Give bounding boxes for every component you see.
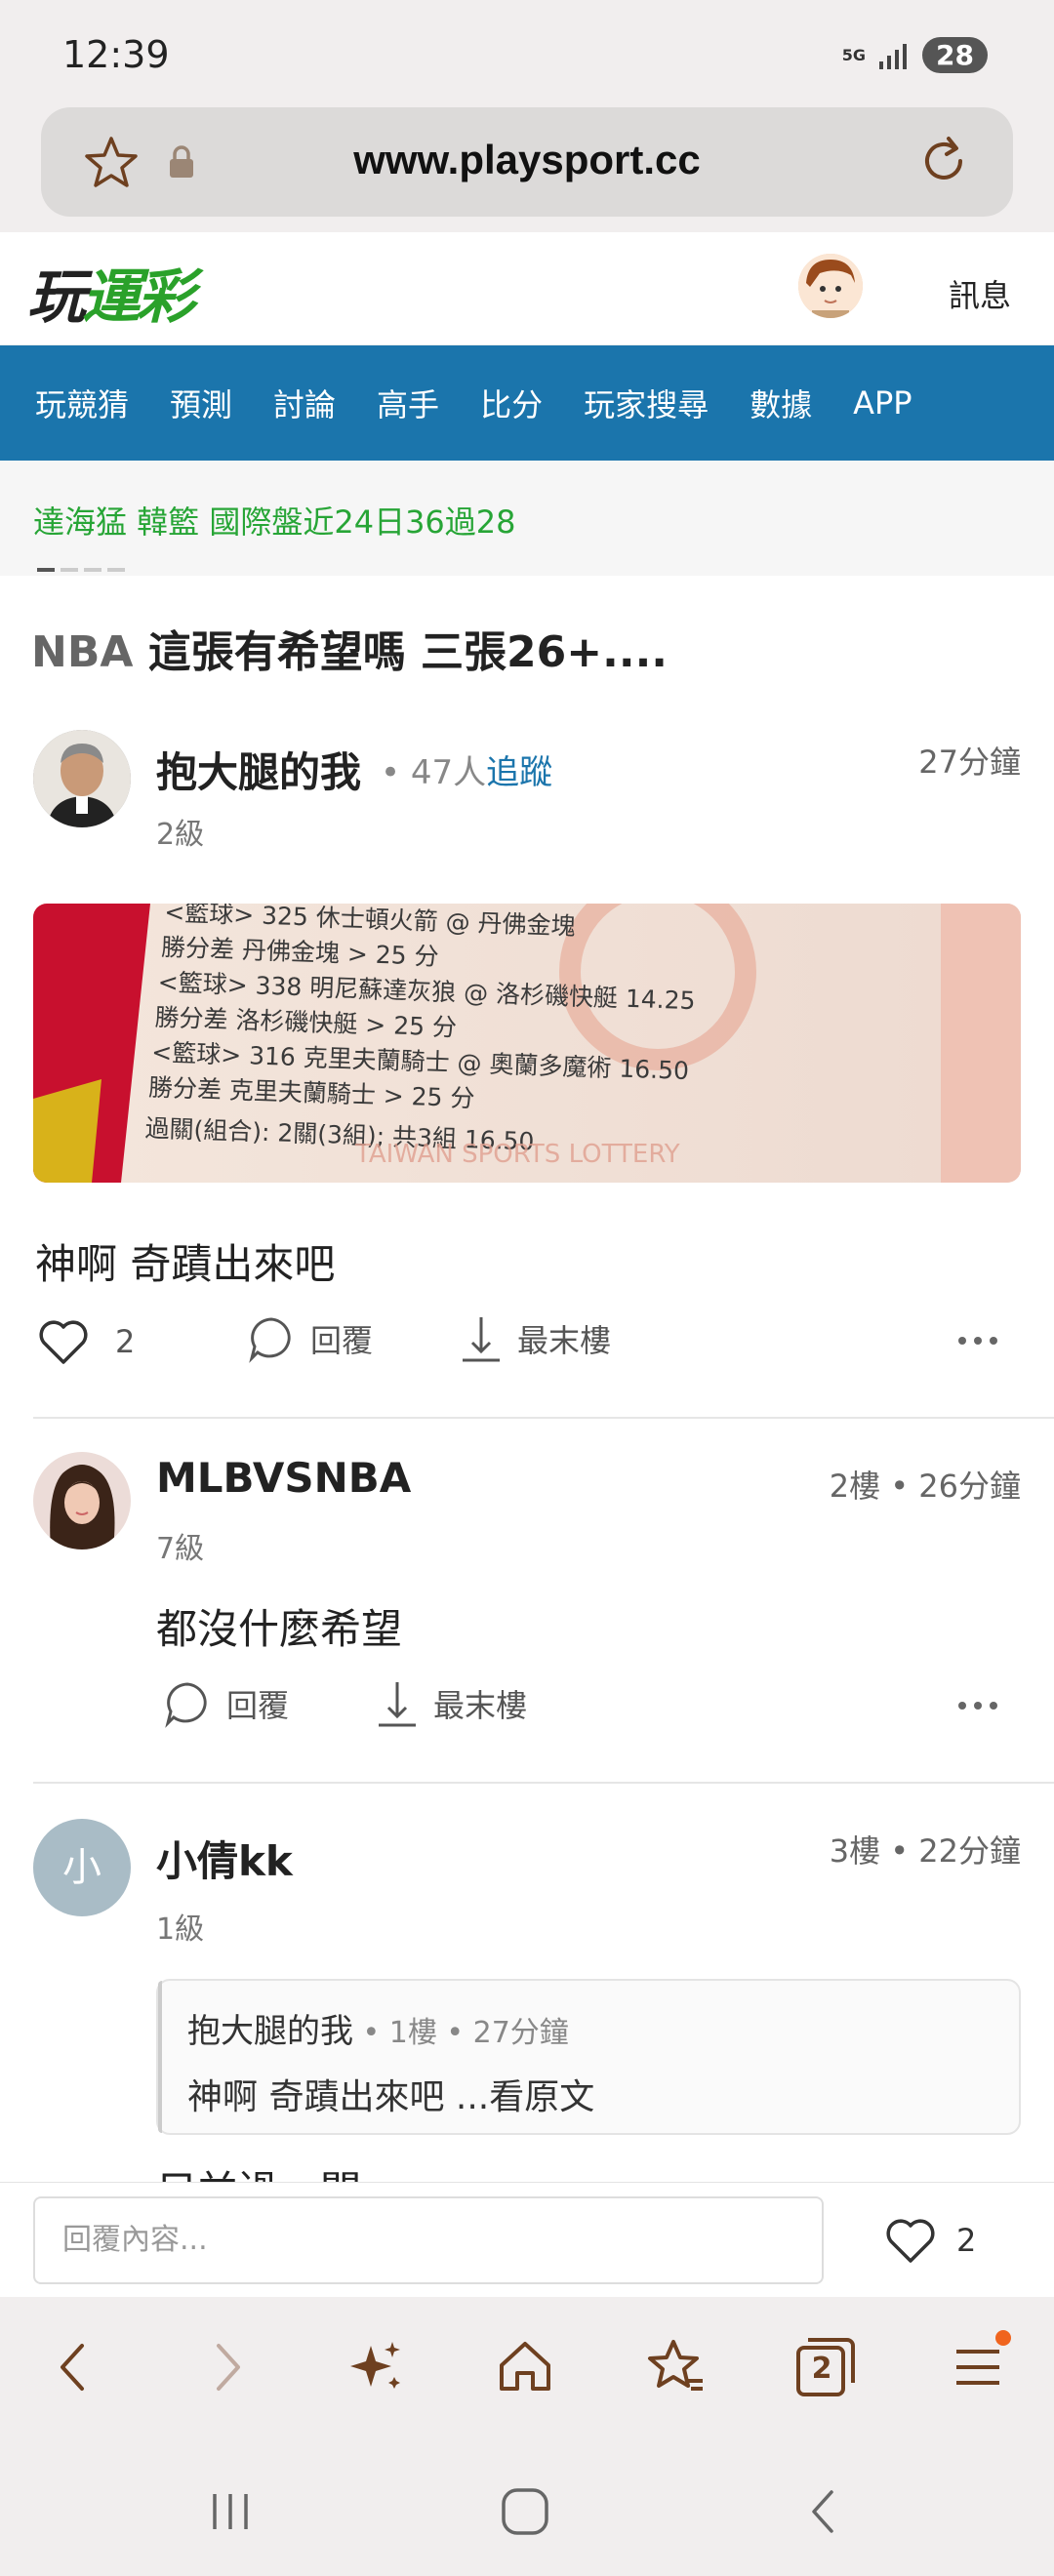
- like-count: 2: [115, 1323, 136, 1360]
- comment-icon: [165, 1682, 207, 1728]
- last-floor-button[interactable]: 最末樓: [375, 1678, 527, 1729]
- comment-floor-time: 2樓 • 26分鐘: [829, 1468, 1021, 1505]
- ticker-dot: [84, 568, 101, 572]
- comment-icon: [249, 1317, 291, 1363]
- user-avatar[interactable]: [798, 254, 863, 318]
- reload-icon[interactable]: [913, 131, 974, 191]
- nav-item-scores[interactable]: 比分: [453, 381, 556, 425]
- status-time: 12:39: [62, 33, 170, 76]
- system-back-icon[interactable]: [794, 2482, 853, 2541]
- tabs-button[interactable]: 2: [790, 2332, 861, 2402]
- battery-icon: 28: [922, 37, 988, 73]
- follow-button[interactable]: 追蹤: [486, 753, 552, 792]
- jump-to-bottom-icon: [463, 1317, 500, 1362]
- like-button[interactable]: 2: [35, 1313, 135, 1370]
- bookmarks-icon[interactable]: [640, 2332, 710, 2402]
- jump-to-bottom-icon: [379, 1682, 416, 1727]
- browser-toolbar: 2: [0, 2297, 1054, 2439]
- post-body: 神啊 奇蹟出來吧: [35, 1240, 336, 1288]
- nav-item-data[interactable]: 數據: [722, 381, 826, 425]
- comment-actions: 回覆 最末樓: [0, 1678, 1054, 1756]
- author-followers: • 47人追蹤: [381, 753, 553, 792]
- author-level: 2級: [156, 818, 205, 852]
- reply-bar-like-button[interactable]: 2: [882, 2212, 976, 2269]
- heart-icon: [39, 1320, 88, 1364]
- author-name[interactable]: 抱大腿的我: [156, 740, 361, 799]
- quoted-reply[interactable]: 抱大腿的我 • 1樓 • 27分鐘 神啊 奇蹟出來吧 ...看原文: [156, 1979, 1021, 2135]
- post-actions: 2 回覆 最末樓: [0, 1313, 1054, 1391]
- ticket-watermark: TAIWAN SPORTS LOTTERY: [354, 1140, 680, 1169]
- comment-author[interactable]: 小倩kk: [156, 1829, 293, 1888]
- nav-item-player-search[interactable]: 玩家搜尋: [556, 381, 722, 425]
- comment-avatar[interactable]: 小: [33, 1819, 131, 1916]
- menu-button[interactable]: [943, 2330, 1013, 2402]
- nav-item-discuss[interactable]: 討論: [246, 381, 349, 425]
- divider: [33, 1782, 1054, 1784]
- url-field[interactable]: www.playsport.cc: [41, 107, 1013, 217]
- site-header: 玩運彩 訊息: [0, 232, 1054, 345]
- ticker-text[interactable]: 達海猛 韓籃 國際盤近24日36過28: [33, 498, 516, 543]
- more-dots-icon: [958, 1337, 997, 1345]
- quote-body: 神啊 奇蹟出來吧 ...看原文: [187, 2077, 595, 2117]
- reply-button[interactable]: 回覆: [162, 1678, 289, 1729]
- comment-floor-time: 3樓 • 22分鐘: [829, 1832, 1021, 1870]
- home-icon[interactable]: [490, 2332, 560, 2402]
- quote-author: 抱大腿的我: [187, 2012, 353, 2051]
- quote-meta: • 1樓 • 27分鐘: [353, 2016, 569, 2050]
- system-home-icon[interactable]: [496, 2482, 554, 2541]
- recents-icon[interactable]: [201, 2482, 260, 2541]
- sparkle-ai-icon[interactable]: [342, 2332, 412, 2402]
- divider: [33, 1417, 1054, 1419]
- comment-level: 7級: [156, 1532, 205, 1566]
- forward-icon[interactable]: [191, 2332, 262, 2402]
- author-avatar[interactable]: [33, 730, 131, 827]
- comment-author[interactable]: MLBVSNBA: [156, 1454, 411, 1502]
- comment-level: 1級: [156, 1912, 205, 1947]
- nav-item-predict[interactable]: 預測: [142, 381, 246, 425]
- news-ticker: 達海猛 韓籃 國際盤近24日36過28: [0, 461, 1054, 576]
- url-text[interactable]: www.playsport.cc: [41, 137, 1013, 183]
- more-dots-icon: [958, 1702, 997, 1710]
- tab-count: 2: [811, 2352, 832, 2386]
- heart-icon: [886, 2219, 935, 2263]
- post-title: NBA 這張有希望嗎 三張26+....: [31, 627, 669, 677]
- post-category-tag: NBA: [31, 627, 134, 677]
- more-options-button[interactable]: [956, 1700, 999, 1711]
- site-logo[interactable]: 玩運彩: [27, 250, 195, 335]
- network-5g-icon: 5G: [841, 45, 867, 64]
- quote-header: 抱大腿的我 • 1樓 • 27分鐘: [187, 2004, 569, 2052]
- nav-item-app[interactable]: APP: [826, 384, 925, 422]
- like-count: 2: [956, 2222, 977, 2259]
- ticker-dot: [61, 568, 78, 572]
- status-icons: 5G 28: [842, 37, 988, 73]
- post-time: 27分鐘: [918, 744, 1021, 781]
- main-nav: 玩競猜 預測 討論 高手 比分 玩家搜尋 數據 APP: [0, 345, 1054, 461]
- status-bar: 12:39 5G 28: [0, 0, 1054, 107]
- notification-dot: [995, 2330, 1011, 2346]
- signal-icon: [879, 43, 908, 69]
- comment-body: 只並過一關: [156, 2158, 361, 2184]
- reply-bar: 回覆內容... 2: [0, 2182, 1054, 2297]
- nav-item-experts[interactable]: 高手: [349, 381, 453, 425]
- more-options-button[interactable]: [956, 1335, 999, 1347]
- quote-bar: [158, 1981, 162, 2133]
- nav-item-guess[interactable]: 玩競猜: [0, 381, 142, 425]
- reply-button[interactable]: 回覆: [246, 1313, 373, 1364]
- ticker-dot: [107, 568, 125, 572]
- comment-body: 都沒什麼希望: [156, 1605, 403, 1653]
- reply-input[interactable]: 回覆內容...: [33, 2196, 824, 2284]
- comment-avatar[interactable]: [33, 1452, 131, 1550]
- post-ticket-image[interactable]: <籃球> 325 休士頓火箭 @ 丹佛金塊 勝分差 丹佛金塊 > 25 分 <籃…: [33, 904, 1021, 1183]
- last-floor-button[interactable]: 最末樓: [459, 1313, 611, 1364]
- system-nav-bar: [0, 2439, 1054, 2576]
- ticker-dot-active: [37, 568, 55, 572]
- messages-link[interactable]: 訊息: [949, 271, 1011, 316]
- browser-address-bar: www.playsport.cc: [0, 107, 1054, 232]
- avatar-letter: 小: [62, 1845, 101, 1890]
- back-icon[interactable]: [39, 2332, 109, 2402]
